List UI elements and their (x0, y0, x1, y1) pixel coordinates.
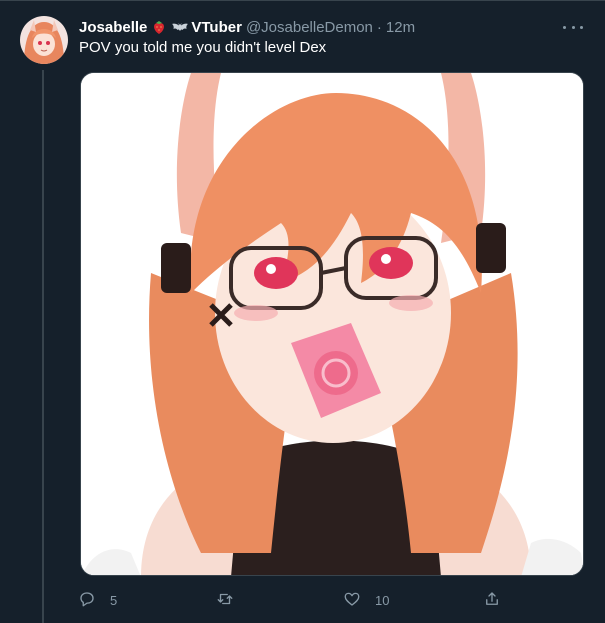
display-name[interactable]: Josabelle (79, 19, 147, 36)
strawberry-emoji-icon (151, 19, 167, 35)
more-options-icon[interactable] (563, 19, 583, 35)
retweet-icon (216, 590, 234, 611)
name-suffix: VTuber (191, 18, 242, 36)
tweet-card[interactable]: Josabelle VTuber @JosabelleDemon · 12m P… (0, 0, 605, 623)
avatar[interactable] (20, 16, 68, 64)
reply-icon (78, 590, 96, 611)
like-button[interactable]: 10 (343, 590, 389, 610)
reply-count: 5 (110, 592, 118, 608)
like-count: 10 (375, 592, 390, 608)
divider (0, 0, 605, 1)
reply-button[interactable]: 5 (78, 590, 117, 610)
share-button[interactable] (483, 590, 501, 610)
tweet-text: POV you told me you didn't level Dex (79, 39, 327, 56)
user-handle[interactable]: @JosabelleDemon (246, 19, 373, 36)
tweet-media-image[interactable] (80, 72, 584, 576)
retweet-button[interactable] (216, 590, 248, 610)
thread-line (42, 70, 44, 623)
bat-emoji-icon (171, 19, 189, 35)
tweet-actions: 5 10 (78, 590, 508, 610)
heart-icon (343, 590, 361, 611)
timestamp[interactable]: 12m (386, 19, 415, 36)
tweet-header: Josabelle VTuber @JosabelleDemon · 12m (79, 17, 415, 37)
separator-dot: · (376, 18, 382, 36)
share-icon (483, 590, 501, 611)
